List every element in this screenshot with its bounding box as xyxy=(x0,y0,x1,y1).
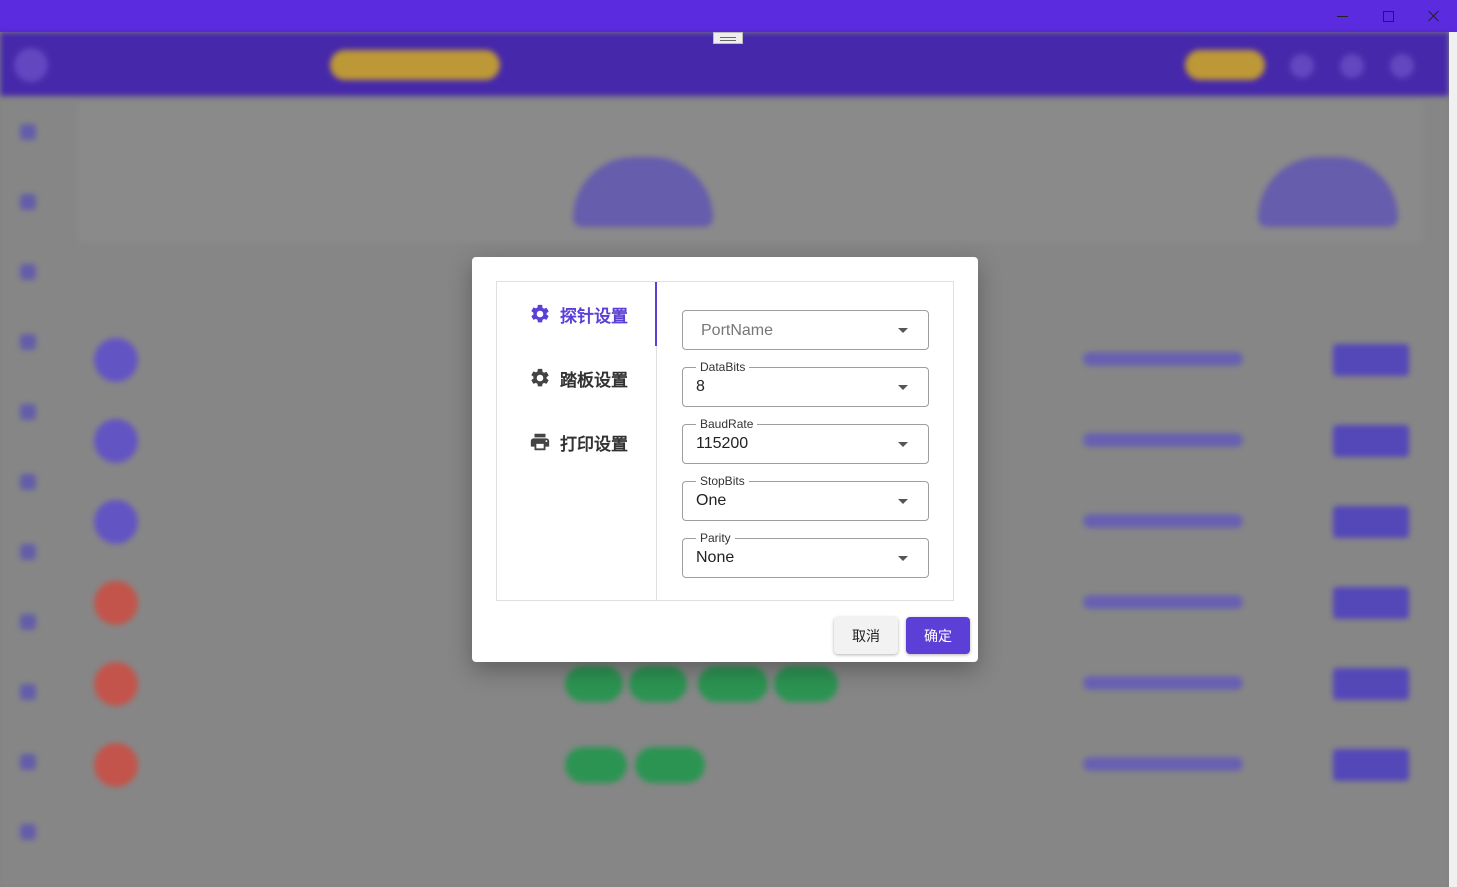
tab-label: 探针设置 xyxy=(560,306,628,326)
caret-down-icon xyxy=(898,499,908,504)
caret-down-icon xyxy=(898,556,908,561)
stop-bits-label: StopBits xyxy=(696,474,749,488)
settings-dialog: 探针设置 踏板设置 打印设置 PortName DataBits 8 BaudR… xyxy=(472,257,978,662)
gear-icon xyxy=(529,303,551,325)
settings-panel: 探针设置 踏板设置 打印设置 PortName DataBits 8 BaudR… xyxy=(496,281,954,601)
parity-label: Parity xyxy=(696,531,735,545)
data-bits-value: 8 xyxy=(696,378,705,395)
cancel-button[interactable]: 取消 xyxy=(834,617,898,654)
data-bits-select[interactable]: DataBits 8 xyxy=(682,360,929,407)
window-titlebar xyxy=(0,0,1457,32)
maximize-icon[interactable] xyxy=(1365,0,1411,32)
printer-icon xyxy=(529,431,551,453)
port-name-placeholder: PortName xyxy=(701,322,774,339)
stop-bits-select[interactable]: StopBits One xyxy=(682,474,929,521)
tab-pedal-settings[interactable]: 踏板设置 xyxy=(497,346,657,410)
close-icon[interactable] xyxy=(1411,0,1457,32)
data-bits-label: DataBits xyxy=(696,360,750,374)
caret-down-icon xyxy=(898,442,908,447)
caret-down-icon xyxy=(898,328,908,333)
tab-print-settings[interactable]: 打印设置 xyxy=(497,410,657,474)
gear-icon xyxy=(529,367,551,389)
port-name-select[interactable]: PortName xyxy=(682,310,929,350)
tab-label: 踏板设置 xyxy=(560,370,628,390)
tab-probe-settings[interactable]: 探针设置 xyxy=(497,282,657,346)
parity-select[interactable]: Parity None xyxy=(682,531,929,578)
baud-rate-label: BaudRate xyxy=(696,417,758,431)
confirm-button[interactable]: 确定 xyxy=(906,617,970,654)
caret-down-icon xyxy=(898,385,908,390)
drag-handle-icon[interactable] xyxy=(713,32,743,44)
stop-bits-value: One xyxy=(696,492,727,509)
tab-label: 打印设置 xyxy=(560,434,628,454)
baud-rate-value: 115200 xyxy=(696,435,749,452)
parity-value: None xyxy=(696,549,735,566)
window-edge xyxy=(1449,32,1457,887)
settings-nav: 探针设置 踏板设置 打印设置 xyxy=(497,282,657,600)
minimize-icon[interactable] xyxy=(1319,0,1365,32)
baud-rate-select[interactable]: BaudRate 115200 xyxy=(682,417,929,464)
